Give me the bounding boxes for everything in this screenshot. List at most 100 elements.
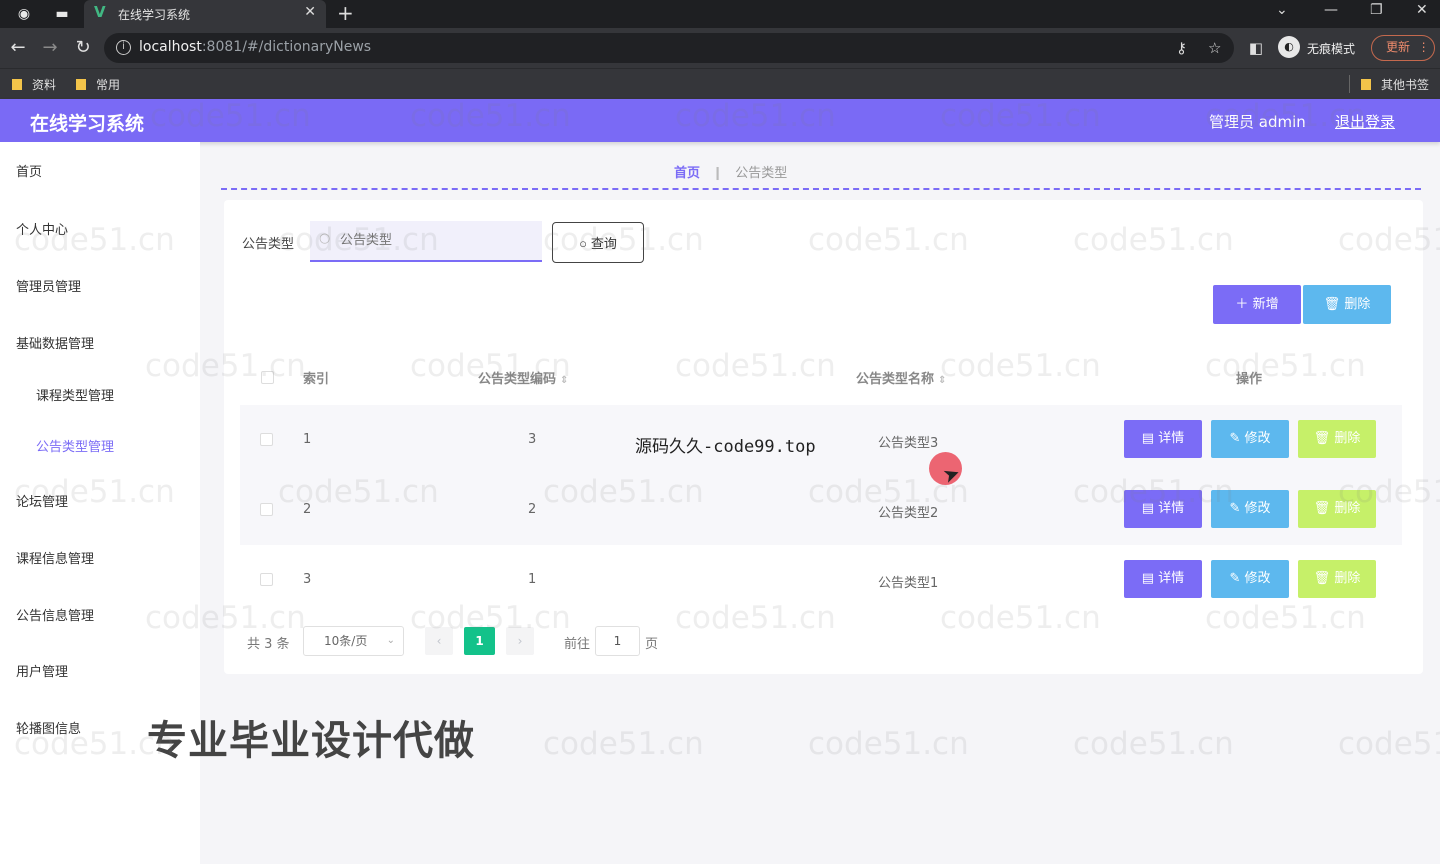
detail-button[interactable]: ▤ 详情 (1124, 490, 1202, 528)
row-code: 1 (528, 572, 537, 587)
edit-button[interactable]: ✎ 修改 (1211, 420, 1289, 458)
page-number-active[interactable]: 1 (464, 627, 495, 655)
breadcrumb-current: 公告类型 (735, 166, 788, 181)
reload-icon[interactable]: ↻ (73, 37, 93, 59)
site-info-icon[interactable]: i (116, 40, 131, 55)
sidebar-item-carousel[interactable]: 轮播图信息 (16, 718, 81, 737)
delete-button[interactable]: 🗑 删除 (1298, 560, 1376, 598)
sidebar-subitem-course-type[interactable]: 课程类型管理 (36, 385, 114, 404)
sidebar-item-profile[interactable]: 个人中心 (16, 219, 68, 238)
bookmark-separator (1349, 75, 1350, 93)
tab-list-icon[interactable]: ⌄ (1276, 2, 1288, 18)
detail-button[interactable]: ▤ 详情 (1124, 560, 1202, 598)
delete-button[interactable]: 🗑 删除 (1298, 490, 1376, 528)
window-close-icon[interactable]: ✕ (1416, 2, 1428, 18)
watermark: code51.cn (1338, 726, 1440, 762)
sidebar-item-course-info[interactable]: 课程信息管理 (16, 548, 94, 567)
search-icon: ○ (319, 231, 331, 246)
trash-icon: 🗑 (1313, 431, 1331, 446)
row-code: 2 (528, 502, 537, 517)
detail-button[interactable]: ▤ 详情 (1124, 420, 1202, 458)
document-icon: ▤ (1141, 501, 1155, 516)
sidebar-item-notice-info[interactable]: 公告信息管理 (16, 605, 94, 624)
tab-close-icon[interactable]: ✕ (304, 4, 316, 20)
browser-toolbar: ← → ↻ i localhost:8081/#/dictionaryNews … (0, 28, 1440, 68)
minimize-icon[interactable]: — (1324, 2, 1338, 18)
key-icon[interactable]: ⚷ (1176, 39, 1187, 57)
bookmark-folder-1[interactable]: 常用 (76, 76, 120, 93)
new-tab-icon[interactable]: + (337, 1, 354, 25)
chevron-down-icon: ⌄ (386, 635, 395, 646)
watermark: code51.cn (1073, 726, 1234, 762)
browser-tab[interactable]: V 在线学习系统 ✕ (84, 0, 326, 28)
column-header-index: 索引 (303, 372, 330, 387)
app-header: 在线学习系统 管理员 admin 退出登录 (0, 99, 1440, 142)
back-icon[interactable]: ← (8, 37, 28, 59)
bookmark-star-icon[interactable]: ☆ (1208, 39, 1221, 57)
breadcrumb-separator-icon: ❙ (712, 166, 724, 181)
search-button[interactable]: ○ 查询 (552, 222, 644, 263)
breadcrumb-home[interactable]: 首页 (674, 166, 700, 181)
search-input[interactable] (310, 221, 542, 262)
next-page-icon[interactable]: › (506, 627, 534, 655)
row-checkbox[interactable] (260, 573, 273, 586)
watermark: code51.cn (808, 726, 969, 762)
trash-icon: 🗑 (1323, 297, 1341, 312)
column-header-actions: 操作 (1236, 372, 1263, 387)
edit-icon: ✎ (1229, 431, 1241, 446)
row-checkbox[interactable] (260, 503, 273, 516)
sidebar-item-users[interactable]: 用户管理 (16, 661, 68, 680)
bookmark-folder-0[interactable]: 资料 (12, 76, 56, 93)
page-size-select[interactable]: 10条/页 ⌄ (303, 626, 404, 656)
goto-page-input[interactable] (595, 626, 640, 656)
document-icon: ▤ (1141, 431, 1155, 446)
sort-icon[interactable]: ⇕ (560, 375, 568, 386)
bookmarks-bar: 资料 常用 其他书签 (0, 68, 1440, 99)
edit-button[interactable]: ✎ 修改 (1211, 560, 1289, 598)
restore-icon[interactable]: ❐ (1370, 2, 1383, 18)
row-index: 3 (303, 572, 312, 587)
address-bar[interactable]: i localhost:8081/#/dictionaryNews ⚷ ☆ (104, 33, 1234, 63)
sort-icon[interactable]: ⇕ (938, 375, 946, 386)
sidebar-item-home[interactable]: 首页 (16, 161, 42, 180)
user-label: 管理员 admin (1209, 113, 1306, 131)
document-icon: ▤ (1141, 571, 1155, 586)
row-checkbox[interactable] (260, 433, 273, 446)
row-name: 公告类型1 (878, 576, 939, 591)
edit-button[interactable]: ✎ 修改 (1211, 490, 1289, 528)
vue-logo-icon: V (94, 3, 106, 21)
delete-button[interactable]: 🗑 删除 (1298, 420, 1376, 458)
row-name: 公告类型3 (878, 436, 939, 451)
column-header-name[interactable]: 公告类型名称 ⇕ (856, 368, 946, 387)
update-button[interactable]: 更新 ⋮ (1371, 35, 1435, 61)
goto-label: 前往 (564, 637, 591, 652)
column-header-code[interactable]: 公告类型编码 ⇕ (478, 368, 568, 387)
prev-page-icon[interactable]: ‹ (425, 627, 453, 655)
url-text[interactable]: localhost:8081/#/dictionaryNews (139, 39, 371, 55)
other-bookmarks[interactable]: 其他书签 (1361, 76, 1429, 93)
folder-icon (12, 79, 22, 90)
tab-search-icon[interactable]: ▬ (52, 4, 72, 24)
sidebar-subitem-notice-type[interactable]: 公告类型管理 (36, 436, 114, 455)
page-unit-label: 页 (645, 637, 659, 652)
batch-delete-button[interactable]: 🗑 删除 (1303, 285, 1391, 324)
source-overlay-text: 源码久久-code99.top (635, 437, 816, 457)
sidebar-item-base-data[interactable]: 基础数据管理 (16, 333, 94, 352)
row-name: 公告类型2 (878, 506, 939, 521)
sidebar-item-forum[interactable]: 论坛管理 (16, 491, 68, 510)
edit-icon: ✎ (1229, 571, 1241, 586)
row-index: 2 (303, 502, 312, 517)
trash-icon: 🗑 (1313, 571, 1331, 586)
select-all-checkbox[interactable] (261, 371, 274, 384)
row-code: 3 (528, 432, 537, 447)
browser-tabbar: ◉ ▬ V 在线学习系统 ✕ + ⌄ — ❐ ✕ (0, 0, 1440, 28)
browser-menu-icon[interactable]: ◉ (14, 4, 34, 24)
logout-link[interactable]: 退出登录 (1335, 111, 1395, 132)
pagination-total: 共 3 条 (247, 637, 290, 652)
reading-mode-icon[interactable]: ◧ (1246, 37, 1266, 59)
add-button[interactable]: ＋ 新增 (1213, 285, 1301, 324)
incognito-icon[interactable]: ◐ (1278, 36, 1300, 58)
edit-icon: ✎ (1229, 501, 1241, 516)
forward-icon[interactable]: → (40, 37, 60, 59)
sidebar-item-admin[interactable]: 管理员管理 (16, 276, 81, 295)
